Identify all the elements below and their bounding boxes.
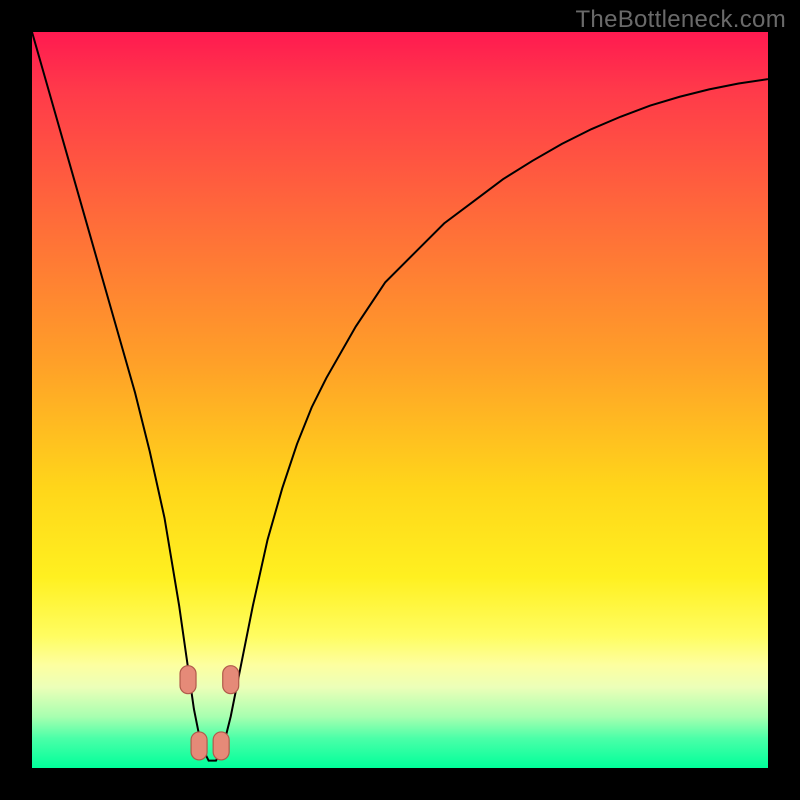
curve-marker	[191, 732, 207, 760]
watermark-text: TheBottleneck.com	[575, 6, 786, 34]
curve-markers	[180, 666, 239, 760]
curve-marker	[180, 666, 196, 694]
bottleneck-curve	[32, 32, 768, 761]
chart-area	[32, 32, 768, 768]
bottleneck-chart	[32, 32, 768, 768]
curve-marker	[223, 666, 239, 694]
curve-marker	[213, 732, 229, 760]
